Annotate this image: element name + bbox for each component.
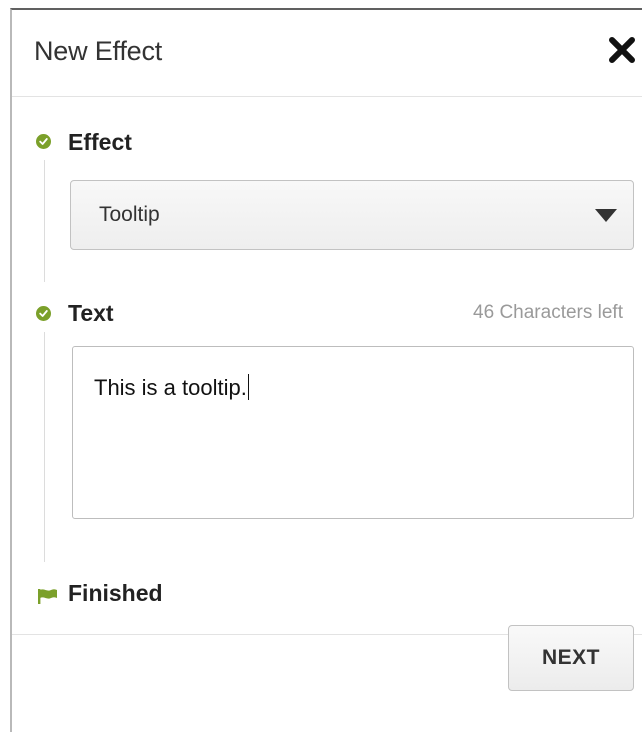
characters-left-counter: 46 Characters left — [473, 302, 623, 323]
caret-down-icon — [595, 209, 617, 227]
step-label-effect: Effect — [68, 129, 132, 155]
effect-select[interactable]: Tooltip — [70, 180, 634, 250]
new-effect-dialog: New Effect Effect Tooltip Text 46 Charac… — [10, 8, 642, 732]
step-label-text: Text — [68, 300, 114, 326]
dialog-title: New Effect — [34, 36, 163, 66]
close-icon[interactable] — [608, 36, 636, 64]
flag-icon — [38, 588, 58, 609]
step-label-finished: Finished — [68, 580, 163, 606]
step-connector-line — [44, 160, 45, 282]
check-circle-icon — [36, 306, 51, 321]
step-connector-line — [44, 332, 45, 562]
tooltip-text-input[interactable]: This is a tooltip. — [72, 346, 634, 519]
dialog-header: New Effect — [12, 10, 642, 97]
text-cursor — [247, 374, 249, 400]
tooltip-text-value: This is a tooltip. — [94, 374, 249, 400]
check-circle-icon — [36, 134, 51, 149]
effect-select-value: Tooltip — [99, 203, 160, 226]
next-button[interactable]: NEXT — [508, 625, 634, 691]
